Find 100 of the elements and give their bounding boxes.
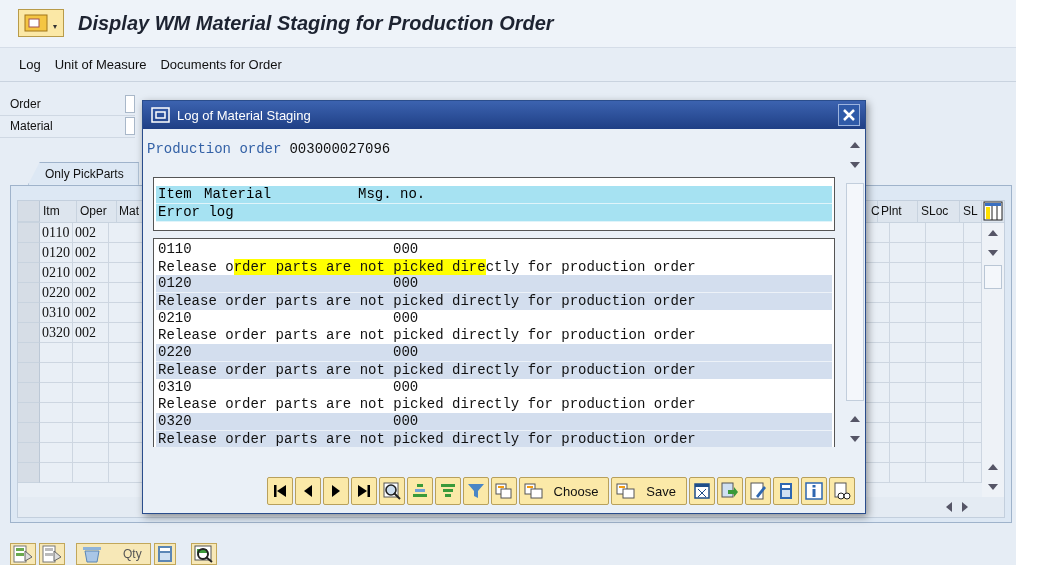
menu-item[interactable]: Documents for Order [160,56,282,72]
sort-descending-button[interactable] [434,477,461,505]
table-cell: 0320 [40,322,73,343]
item-number: 0120 [158,275,193,293]
menu-button[interactable] [18,9,64,38]
table-cell: 002 [73,302,109,323]
table-cell [926,342,964,363]
choose-button[interactable]: Choose [518,477,610,505]
scroll-right-icon[interactable] [962,502,968,512]
column-header: Msg. no. [358,186,426,203]
table-cell: 0210 [40,262,73,283]
column-header[interactable]: SLoc [918,200,960,222]
input-field[interactable] [125,117,135,136]
filter-icon [466,482,485,500]
table-cell [926,422,964,443]
export-button[interactable] [689,477,715,505]
table-cell [926,362,964,383]
select-all-button[interactable] [10,543,36,565]
scroll-up-icon[interactable] [988,229,998,236]
table-cell [40,382,73,403]
dialog-title: Log of Material Staging [177,107,312,123]
tab[interactable]: Only PickParts [28,161,139,185]
layout-button[interactable] [490,477,517,505]
calculator-icon [156,545,173,563]
last-page-button[interactable] [350,477,377,505]
scroll-down-icon[interactable] [850,436,860,442]
table-cell [40,342,73,363]
message-number: 000 [393,344,419,361]
table-cell [890,302,926,323]
table-cell [890,382,926,403]
table-cell: 0110 [40,222,73,243]
message-number: 000 [393,412,419,430]
trash-icon [81,545,103,563]
edit-icon [749,482,767,500]
scroll-down-icon[interactable] [988,484,998,490]
table-cell [890,322,926,343]
order-number: 003000027096 [289,141,391,159]
scrollbar-thumb[interactable] [984,264,1002,289]
table-cell [40,462,73,483]
send-icon [721,482,739,500]
message-number: 000 [393,241,419,258]
table-cell: 002 [73,262,109,283]
table-cell: 0220 [40,282,73,303]
edit-button[interactable] [745,477,771,505]
info-button[interactable] [801,477,827,505]
error-message: Release order parts are not picked directly for production order [158,396,696,413]
table-cell [926,442,964,463]
table-cell [926,382,964,403]
table-cell: 002 [73,222,109,243]
calculator-button[interactable] [773,477,799,505]
scroll-left-icon[interactable] [946,502,952,512]
list-select-icon [13,545,33,563]
column-header[interactable]: SL [960,200,982,222]
scroll-down-icon[interactable] [850,162,860,168]
close-button[interactable] [838,104,860,126]
table-cell [926,302,964,323]
item-number: 0220 [158,344,193,361]
menu-item[interactable]: Unit of Measure [54,56,147,72]
menu-item[interactable]: Log [19,56,41,72]
scrollbar-track[interactable] [846,183,864,401]
table-cell [890,362,926,383]
column-header[interactable]: Itm [40,200,77,222]
qty-button[interactable]: Qty [76,543,151,565]
scroll-up-icon[interactable] [850,416,860,422]
previous-button[interactable] [294,477,321,505]
table-cell [890,442,926,463]
save-button[interactable]: Save [611,477,687,505]
calculator-button[interactable] [153,543,176,565]
first-page-button[interactable] [266,477,293,505]
table-cell: 0310 [40,302,73,323]
filter-button[interactable] [462,477,489,505]
info-icon [805,482,823,500]
table-cell [926,262,964,283]
column-header: Material [204,186,273,203]
table-cell [890,422,926,443]
column-settings-icon[interactable] [983,201,1003,222]
table-cell [890,342,926,363]
deselect-all-button[interactable] [39,543,65,565]
scroll-down-icon[interactable] [988,249,998,256]
table-cell [890,262,926,283]
message-number: 000 [393,309,419,327]
scroll-up-icon[interactable] [850,142,860,148]
error-message: Release order parts are not picked directly for production order [158,361,696,379]
column-header[interactable]: Plnt [878,200,918,222]
print-preview-button[interactable] [829,477,855,505]
table-cell [926,462,964,483]
find-button[interactable] [378,477,405,505]
scroll-up-icon[interactable] [988,464,998,470]
find-button[interactable] [190,543,217,565]
field-label: Material [9,119,54,134]
layout-icon [494,482,513,500]
column-header: Item [158,186,193,203]
input-field[interactable] [125,95,135,114]
column-header[interactable]: Oper [77,200,117,222]
error-message: Release order parts are not picked directly for production order [158,327,696,345]
column-header: Error log [158,204,234,221]
sort-ascending-icon [410,482,429,500]
error-message: Release order parts are not picked directly for production order [158,293,696,310]
next-button[interactable] [322,477,349,505]
find-icon [193,545,214,563]
